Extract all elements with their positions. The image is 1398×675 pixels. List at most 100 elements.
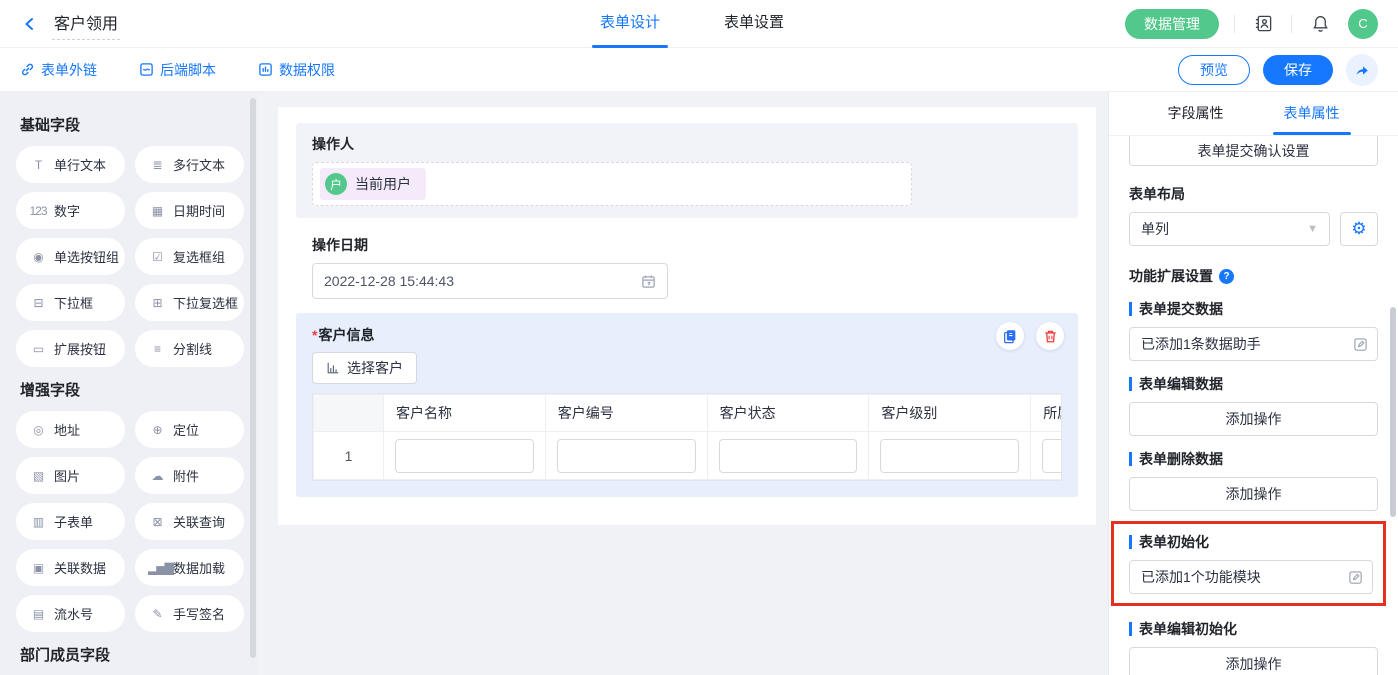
field-item-divider[interactable]: ≡分割线: [135, 330, 244, 367]
help-icon[interactable]: ?: [1219, 269, 1234, 284]
relation-query-icon: ⊠: [148, 515, 166, 529]
form-edit-init-add-button[interactable]: 添加操作: [1129, 647, 1378, 675]
edit-button[interactable]: [1353, 337, 1368, 352]
field-item-select[interactable]: ⊟下拉框: [16, 284, 125, 321]
tab-form-settings[interactable]: 表单设置: [720, 0, 788, 48]
nav-right: 数据管理 C: [1125, 9, 1378, 39]
form-external-link-label: 表单外链: [41, 60, 97, 80]
operator-input[interactable]: 户 当前用户: [312, 162, 912, 206]
form-layout-row: 单列 ▼ ⚙: [1129, 212, 1378, 246]
current-user-tag-label: 当前用户: [355, 174, 411, 194]
bell-icon[interactable]: [1307, 11, 1333, 37]
edit-button[interactable]: [1348, 570, 1363, 585]
serial-number-icon: ▤: [29, 607, 47, 621]
divider: [1291, 15, 1292, 33]
share-button[interactable]: [1346, 54, 1378, 86]
field-item-label: 手写签名: [173, 604, 225, 623]
number-icon: 123: [29, 204, 47, 218]
field-item-datetime[interactable]: ▦ 日期时间: [135, 192, 244, 229]
permission-icon: [258, 62, 273, 77]
row-index-cell: 1: [314, 432, 384, 480]
form-panel: 操作人 户 当前用户 操作日期 2022-12-28 15:44:43: [278, 107, 1096, 525]
tab-form-properties[interactable]: 表单属性: [1279, 92, 1345, 135]
section-label-text: 表单初始化: [1139, 532, 1209, 552]
field-operator[interactable]: 操作人 户 当前用户: [296, 123, 1078, 218]
field-item-data-load[interactable]: ▂▅▇数据加载: [135, 549, 244, 586]
field-item-label: 附件: [173, 466, 199, 485]
calendar-icon: [641, 274, 656, 289]
preview-button[interactable]: 预览: [1178, 55, 1250, 85]
select-customer-button[interactable]: 选择客户: [312, 352, 417, 384]
form-init-status[interactable]: 已添加1个功能模块: [1129, 560, 1373, 594]
tab-form-design[interactable]: 表单设计: [596, 0, 664, 48]
field-item-relation-data[interactable]: ▣关联数据: [16, 549, 125, 586]
user-avatar-icon: 户: [325, 173, 347, 195]
backend-script[interactable]: 后端脚本: [139, 60, 216, 80]
operate-date-input[interactable]: 2022-12-28 15:44:43: [312, 263, 668, 299]
field-item-address[interactable]: ◎地址: [16, 411, 125, 448]
delete-field-button[interactable]: [1036, 322, 1064, 350]
image-icon: ▧: [29, 469, 47, 483]
form-edit-data-label: 表单编辑数据: [1129, 374, 1378, 394]
link-icon: [20, 62, 35, 77]
field-item-relation-query[interactable]: ⊠关联查询: [135, 503, 244, 540]
edit-icon: [1353, 337, 1368, 352]
section-bar-icon: [1129, 622, 1132, 636]
table-column-header: 客户状态: [707, 395, 869, 432]
data-manage-button[interactable]: 数据管理: [1125, 9, 1219, 39]
copy-field-button[interactable]: [996, 322, 1024, 350]
form-delete-data-add-button[interactable]: 添加操作: [1129, 477, 1378, 511]
back-icon[interactable]: [20, 14, 40, 34]
properties-panel: 字段属性 表单属性 表单提交确认设置 表单布局 单列 ▼ ⚙ 功能扩展设置 ? …: [1108, 92, 1398, 675]
field-item-serial-number[interactable]: ▤流水号: [16, 595, 125, 632]
save-button[interactable]: 保存: [1263, 55, 1333, 85]
field-item-label: 日期时间: [173, 201, 225, 220]
field-item-number[interactable]: 123数字: [16, 192, 125, 229]
required-mark: *: [312, 327, 317, 343]
field-item-extend-button[interactable]: ▭扩展按钮: [16, 330, 125, 367]
field-item-single-line-text[interactable]: T单行文本: [16, 146, 125, 183]
form-edit-data-add-button[interactable]: 添加操作: [1129, 402, 1378, 436]
sidebar-section-title: 部门成员字段: [20, 644, 244, 665]
added-status-text: 已添加1条数据助手: [1141, 334, 1261, 354]
sidebar-section-grid: ◎地址 ⊕定位 ▧ 图片 ☁附件 ▥子表单 ⊠关联查询 ▣关联数据 ▂▅▇数据加载 ▤流水号 ✎ 手写…: [16, 411, 244, 632]
datetime-icon: ▦: [148, 204, 166, 218]
field-item-geolocation[interactable]: ⊕定位: [135, 411, 244, 448]
cell-input[interactable]: [719, 439, 858, 473]
field-item-handwritten-signature[interactable]: ✎ 手写签名: [135, 595, 244, 632]
cell-input[interactable]: [557, 439, 696, 473]
table-row: 1: [314, 432, 1063, 480]
field-item-multi-line-text[interactable]: ≣多行文本: [135, 146, 244, 183]
avatar[interactable]: C: [1348, 9, 1378, 39]
table-column-header: 所属公海: [1031, 395, 1062, 432]
submit-confirm-settings-button[interactable]: 表单提交确认设置: [1129, 136, 1378, 166]
layout-select[interactable]: 单列 ▼: [1129, 212, 1330, 246]
field-item-attachment[interactable]: ☁附件: [135, 457, 244, 494]
field-item-multi-select[interactable]: ⊞下拉复选框: [135, 284, 244, 321]
handwritten-signature-icon: ✎: [148, 607, 166, 621]
form-external-link[interactable]: 表单外链: [20, 60, 97, 80]
panel-scrollbar[interactable]: [1390, 307, 1396, 517]
cell-input[interactable]: [395, 439, 534, 473]
contacts-icon[interactable]: [1250, 11, 1276, 37]
cell-input[interactable]: [880, 439, 1019, 473]
field-customer-info[interactable]: *客户信息 选择客户 客户名称客户编号客户状态客户级别所属公海 1: [296, 313, 1078, 497]
field-item-label: 定位: [173, 420, 199, 439]
tab-field-properties[interactable]: 字段属性: [1163, 92, 1229, 135]
layout-select-value: 单列: [1141, 219, 1169, 239]
table-cell: [707, 432, 869, 480]
field-item-sub-form[interactable]: ▥子表单: [16, 503, 125, 540]
field-operate-date[interactable]: 操作日期 2022-12-28 15:44:43: [296, 224, 1078, 313]
field-item-label: 图片: [54, 466, 80, 485]
form-init-label: 表单初始化: [1129, 532, 1373, 552]
sidebar-scrollbar[interactable]: [250, 98, 256, 658]
sidebar-section-title: 基础字段: [20, 114, 244, 135]
field-item-checkbox-group[interactable]: ☑复选框组: [135, 238, 244, 275]
form-submit-data-status[interactable]: 已添加1条数据助手: [1129, 327, 1378, 361]
data-permission[interactable]: 数据权限: [258, 60, 335, 80]
field-item-image[interactable]: ▧ 图片: [16, 457, 125, 494]
cell-input[interactable]: [1042, 439, 1062, 473]
section-bar-icon: [1129, 302, 1132, 316]
layout-settings-button[interactable]: ⚙: [1340, 212, 1378, 246]
field-item-radio-group[interactable]: ◉单选按钮组: [16, 238, 125, 275]
